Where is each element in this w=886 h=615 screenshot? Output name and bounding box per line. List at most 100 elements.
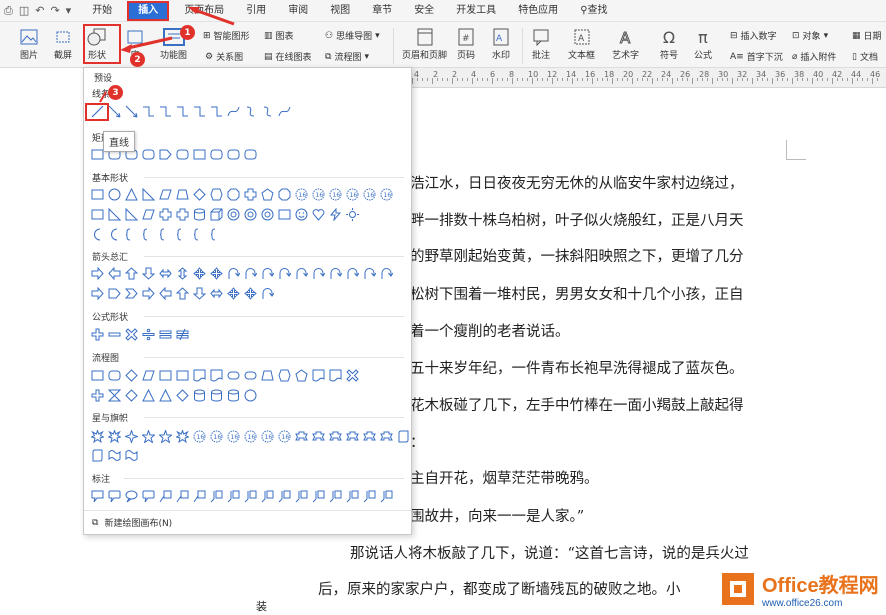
ribbon-shape-icon[interactable]: [379, 429, 394, 444]
drop-cap-button[interactable]: A≡ 首字下沉: [730, 50, 783, 64]
star4-shape-icon[interactable]: [124, 429, 139, 444]
bracket-shape-icon[interactable]: [192, 227, 207, 242]
curve-shape-icon[interactable]: [226, 104, 241, 119]
arrowU-shape-icon[interactable]: [175, 286, 190, 301]
callline-shape-icon[interactable]: [158, 489, 173, 504]
rrect-shape-icon[interactable]: [209, 147, 224, 162]
star5-shape-icon[interactable]: [141, 429, 156, 444]
online-chart-button[interactable]: ▤ 在线图表: [264, 50, 312, 64]
callbar-shape-icon[interactable]: [311, 489, 326, 504]
rrect-shape-icon[interactable]: [141, 147, 156, 162]
seal-shape-icon[interactable]: 16: [328, 187, 343, 202]
hourglass-shape-icon[interactable]: [107, 388, 122, 403]
moon-shape-icon[interactable]: [107, 227, 122, 242]
cyl-shape-icon[interactable]: [192, 388, 207, 403]
uturn-shape-icon[interactable]: [294, 266, 309, 281]
callbar-shape-icon[interactable]: [379, 489, 394, 504]
menu-references[interactable]: 引用: [235, 0, 277, 22]
burst-shape-icon[interactable]: [90, 429, 105, 444]
smile-shape-icon[interactable]: [294, 207, 309, 222]
chevron-shape-icon[interactable]: [124, 286, 139, 301]
rrect-shape-icon[interactable]: [175, 147, 190, 162]
uturn-shape-icon[interactable]: [362, 266, 377, 281]
page-number-button[interactable]: # 页码: [455, 26, 477, 61]
rtri-shape-icon[interactable]: [124, 207, 139, 222]
symbol-button[interactable]: Ω 符号: [658, 26, 680, 62]
ribbon-shape-icon[interactable]: [294, 429, 309, 444]
smart-shape-button[interactable]: ⊞ 智能图形: [203, 29, 250, 43]
pentarrow-shape-icon[interactable]: [158, 147, 173, 162]
mind-map-button[interactable]: ⚇ 思维导图 ▾: [325, 29, 380, 43]
bracket-shape-icon[interactable]: [141, 227, 156, 242]
callbar-shape-icon[interactable]: [328, 489, 343, 504]
arrowU-shape-icon[interactable]: [124, 266, 139, 281]
scroll-shape-icon[interactable]: [396, 429, 411, 444]
callbar-shape-icon[interactable]: [226, 489, 241, 504]
circle-shape-icon[interactable]: [107, 187, 122, 202]
comment-button[interactable]: 批注: [530, 26, 552, 61]
times-shape-icon[interactable]: [124, 327, 139, 342]
menu-page-layout[interactable]: 页面布局: [173, 0, 235, 22]
pent-shape-icon[interactable]: [260, 187, 275, 202]
trap-shape-icon[interactable]: [175, 187, 190, 202]
para-shape-icon[interactable]: [158, 187, 173, 202]
heart-shape-icon[interactable]: [311, 207, 326, 222]
callbar-shape-icon[interactable]: [209, 489, 224, 504]
callround-shape-icon[interactable]: [141, 489, 156, 504]
print-icon[interactable]: ⎙: [4, 4, 13, 18]
callline-shape-icon[interactable]: [192, 489, 207, 504]
uturn-shape-icon[interactable]: [345, 266, 360, 281]
donut-shape-icon[interactable]: [243, 207, 258, 222]
object-button[interactable]: ⊡ 对象 ▾: [792, 29, 828, 43]
cyl-shape-icon[interactable]: [226, 388, 241, 403]
star5-shape-icon[interactable]: [158, 429, 173, 444]
callbar-shape-icon[interactable]: [294, 489, 309, 504]
term-shape-icon[interactable]: [226, 368, 241, 383]
minus-shape-icon[interactable]: [107, 327, 122, 342]
rect-shape-icon[interactable]: [90, 207, 105, 222]
callbar-shape-icon[interactable]: [260, 489, 275, 504]
uturn-shape-icon[interactable]: [328, 266, 343, 281]
rect-shape-icon[interactable]: [90, 187, 105, 202]
callrect-shape-icon[interactable]: [90, 489, 105, 504]
image-button[interactable]: 图片: [18, 26, 40, 61]
art-text-button[interactable]: A 艺术字: [612, 26, 639, 62]
preview-icon[interactable]: ◫: [19, 4, 29, 17]
menu-search[interactable]: ⚲查找: [569, 0, 618, 22]
menu-developer[interactable]: 开发工具: [445, 0, 507, 22]
trap-shape-icon[interactable]: [260, 368, 275, 383]
bracket-shape-icon[interactable]: [158, 227, 173, 242]
callround-shape-icon[interactable]: [107, 489, 122, 504]
cube-shape-icon[interactable]: [209, 207, 224, 222]
seal-shape-icon[interactable]: 16: [362, 187, 377, 202]
rrect-shape-icon[interactable]: [107, 368, 122, 383]
arrow4-shape-icon[interactable]: [226, 286, 241, 301]
oct-shape-icon[interactable]: [277, 187, 292, 202]
uturn-shape-icon[interactable]: [226, 266, 241, 281]
rtri-shape-icon[interactable]: [107, 207, 122, 222]
chart-button[interactable]: ▥ 图表: [264, 29, 294, 43]
dia-shape-icon[interactable]: [192, 187, 207, 202]
watermark-button[interactable]: A 水印: [490, 26, 512, 61]
para-shape-icon[interactable]: [141, 368, 156, 383]
menu-section[interactable]: 章节: [361, 0, 403, 22]
arrowline-shape-icon[interactable]: [124, 104, 139, 119]
equal-shape-icon[interactable]: [158, 327, 173, 342]
seal-shape-icon[interactable]: 16: [192, 429, 207, 444]
uturn-shape-icon[interactable]: [260, 286, 275, 301]
elbow-shape-icon[interactable]: [158, 104, 173, 119]
pentarrow-shape-icon[interactable]: [107, 286, 122, 301]
ribbon-shape-icon[interactable]: [362, 429, 377, 444]
seal-shape-icon[interactable]: 16: [379, 187, 394, 202]
arrowD-shape-icon[interactable]: [141, 266, 156, 281]
callline-shape-icon[interactable]: [175, 489, 190, 504]
tri-shape-icon[interactable]: [124, 187, 139, 202]
arrow4-shape-icon[interactable]: [209, 266, 224, 281]
rtri-shape-icon[interactable]: [141, 187, 156, 202]
plus-shape-icon[interactable]: [90, 388, 105, 403]
dia-shape-icon[interactable]: [124, 388, 139, 403]
seal-shape-icon[interactable]: 16: [226, 429, 241, 444]
uturn-shape-icon[interactable]: [260, 266, 275, 281]
arrowUD-shape-icon[interactable]: [175, 266, 190, 281]
rect-shape-icon[interactable]: [158, 368, 173, 383]
